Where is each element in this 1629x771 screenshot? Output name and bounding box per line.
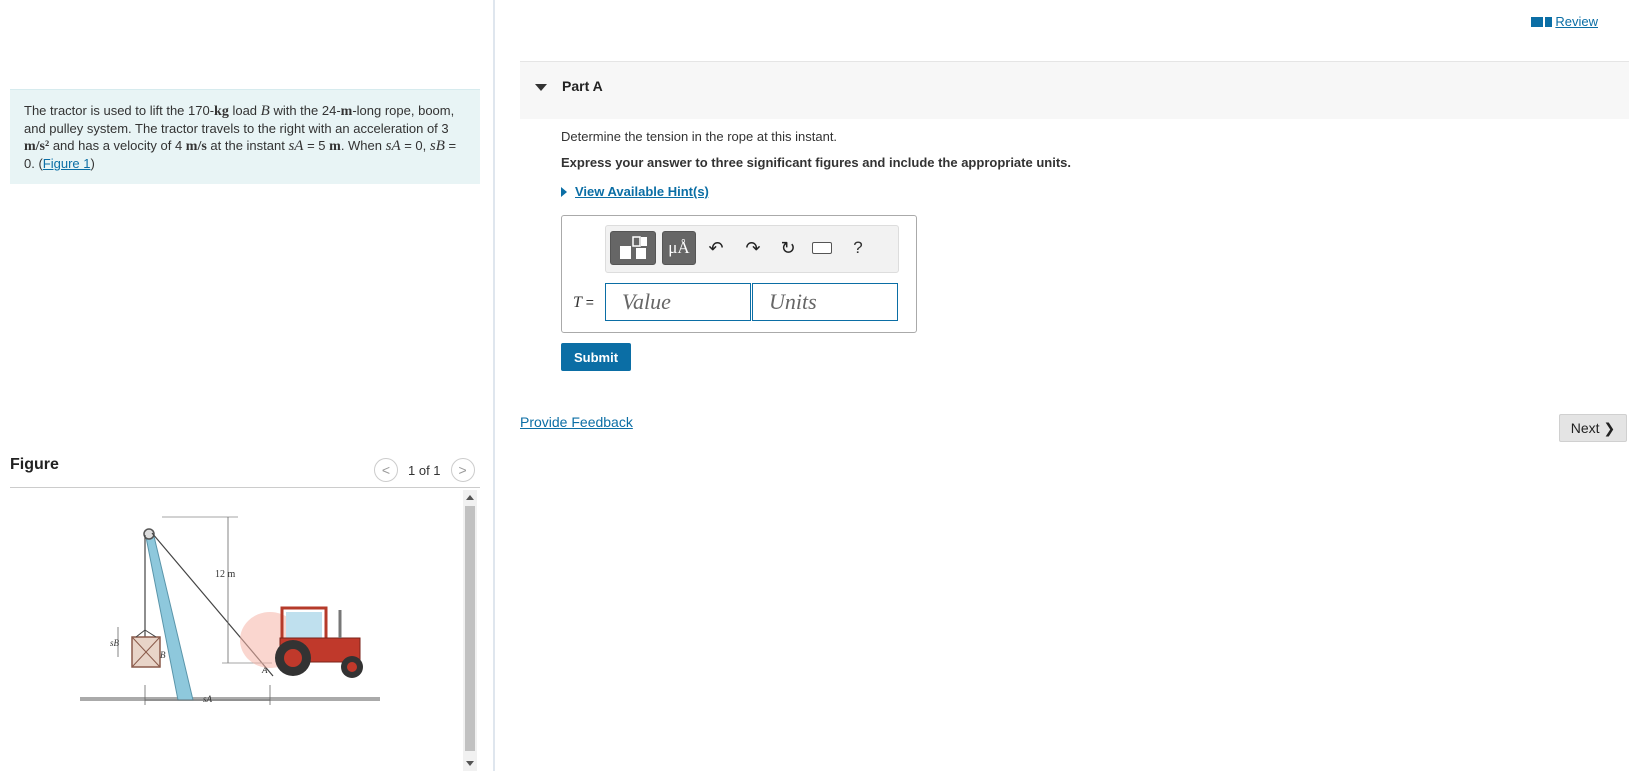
part-label: Part A	[562, 78, 603, 94]
figure-title: Figure	[10, 456, 59, 473]
unit-accel: m/s²	[24, 139, 50, 154]
next-label: Next	[1570, 420, 1600, 436]
problem-text: at the instant	[206, 138, 289, 153]
templates-button[interactable]	[610, 231, 656, 265]
expand-caret-icon	[561, 186, 567, 197]
scroll-down-icon[interactable]	[466, 761, 474, 766]
problem-text: . When	[340, 138, 386, 153]
review-label: Review	[1555, 14, 1598, 29]
problem-statement: The tractor is used to lift the 170-kg l…	[10, 89, 480, 184]
part-a-header[interactable]: Part A	[520, 61, 1629, 119]
figure-link[interactable]: Figure 1	[43, 156, 91, 171]
problem-text: with the 24-	[269, 103, 341, 118]
dim-label-12m: 12 m	[215, 569, 236, 580]
var-sA: sA	[385, 138, 401, 154]
unit-vel: m/s	[185, 139, 207, 154]
var-T: T	[573, 294, 582, 311]
unit-m: m	[329, 139, 341, 154]
figure-page-count: 1 of 1	[408, 462, 441, 478]
figure-pager: < 1 of 1 >	[374, 458, 475, 482]
rear-hub	[284, 649, 302, 667]
collapse-caret-icon[interactable]	[535, 84, 547, 91]
math-toolbar: μÅ ↶ ↷ ↻ ?	[605, 225, 899, 273]
var-B: B	[260, 103, 270, 119]
prev-figure-button[interactable]: <	[374, 458, 398, 482]
figure-image: 12 m sB B sA A	[10, 490, 460, 771]
reset-icon[interactable]: ↻	[774, 231, 802, 265]
units-input[interactable]: Units	[752, 283, 898, 321]
value-input[interactable]: Value	[605, 283, 751, 321]
review-link[interactable]: Review	[1531, 14, 1598, 29]
redo-icon[interactable]: ↷	[739, 231, 767, 265]
label-sB: sB	[110, 638, 120, 648]
view-hints-link[interactable]: View Available Hint(s)	[561, 184, 709, 199]
next-button[interactable]: Next ❯	[1559, 414, 1627, 442]
provide-feedback-link[interactable]: Provide Feedback	[520, 414, 633, 430]
unit-kg: kg	[214, 104, 229, 119]
front-hub	[347, 662, 357, 672]
boom	[144, 531, 194, 701]
label-B: B	[160, 650, 166, 660]
keyboard-icon	[812, 242, 832, 254]
problem-text: The tractor is used to lift the 170-	[24, 103, 215, 118]
answer-box: μÅ ↶ ↷ ↻ ? T = Value Units	[561, 215, 917, 333]
question-instruction: Express your answer to three significant…	[561, 155, 1071, 170]
cab-window	[286, 612, 322, 640]
unit-m: m	[340, 104, 353, 119]
keyboard-button[interactable]	[810, 231, 834, 265]
var-sB: sB	[429, 138, 445, 154]
next-figure-button[interactable]: >	[450, 458, 475, 482]
figure-scrollbar[interactable]	[463, 490, 477, 771]
templates-icon	[620, 236, 647, 259]
problem-text: load	[228, 103, 261, 118]
scroll-up-icon[interactable]	[466, 495, 474, 500]
help-icon[interactable]: ?	[848, 231, 868, 265]
var-sA: sA	[288, 138, 304, 154]
panel-divider	[493, 0, 495, 771]
label-sA: sA	[203, 694, 213, 704]
equals-sign: =	[581, 294, 594, 310]
units-symbol-button[interactable]: μÅ	[662, 231, 696, 265]
submit-button[interactable]: Submit	[561, 343, 631, 371]
load-sling	[135, 629, 146, 638]
scroll-thumb[interactable]	[465, 506, 475, 751]
problem-text: = 0,	[400, 138, 430, 153]
book-icon	[1531, 16, 1546, 27]
chevron-right-icon: ❯	[1603, 419, 1616, 436]
left-panel: The tractor is used to lift the 170-kg l…	[0, 0, 493, 771]
problem-text: )	[90, 156, 95, 171]
hint-label: View Available Hint(s)	[575, 184, 709, 199]
figure-divider	[10, 487, 480, 488]
question-prompt: Determine the tension in the rope at thi…	[561, 129, 838, 144]
undo-icon[interactable]: ↶	[702, 231, 730, 265]
problem-text: = 5	[303, 138, 330, 153]
problem-text: and has a velocity of 4	[49, 138, 186, 153]
answer-variable-label: T =	[573, 294, 594, 312]
load-sling	[144, 629, 157, 638]
tractor-pulley-diagram: 12 m sB B sA A	[80, 516, 380, 705]
